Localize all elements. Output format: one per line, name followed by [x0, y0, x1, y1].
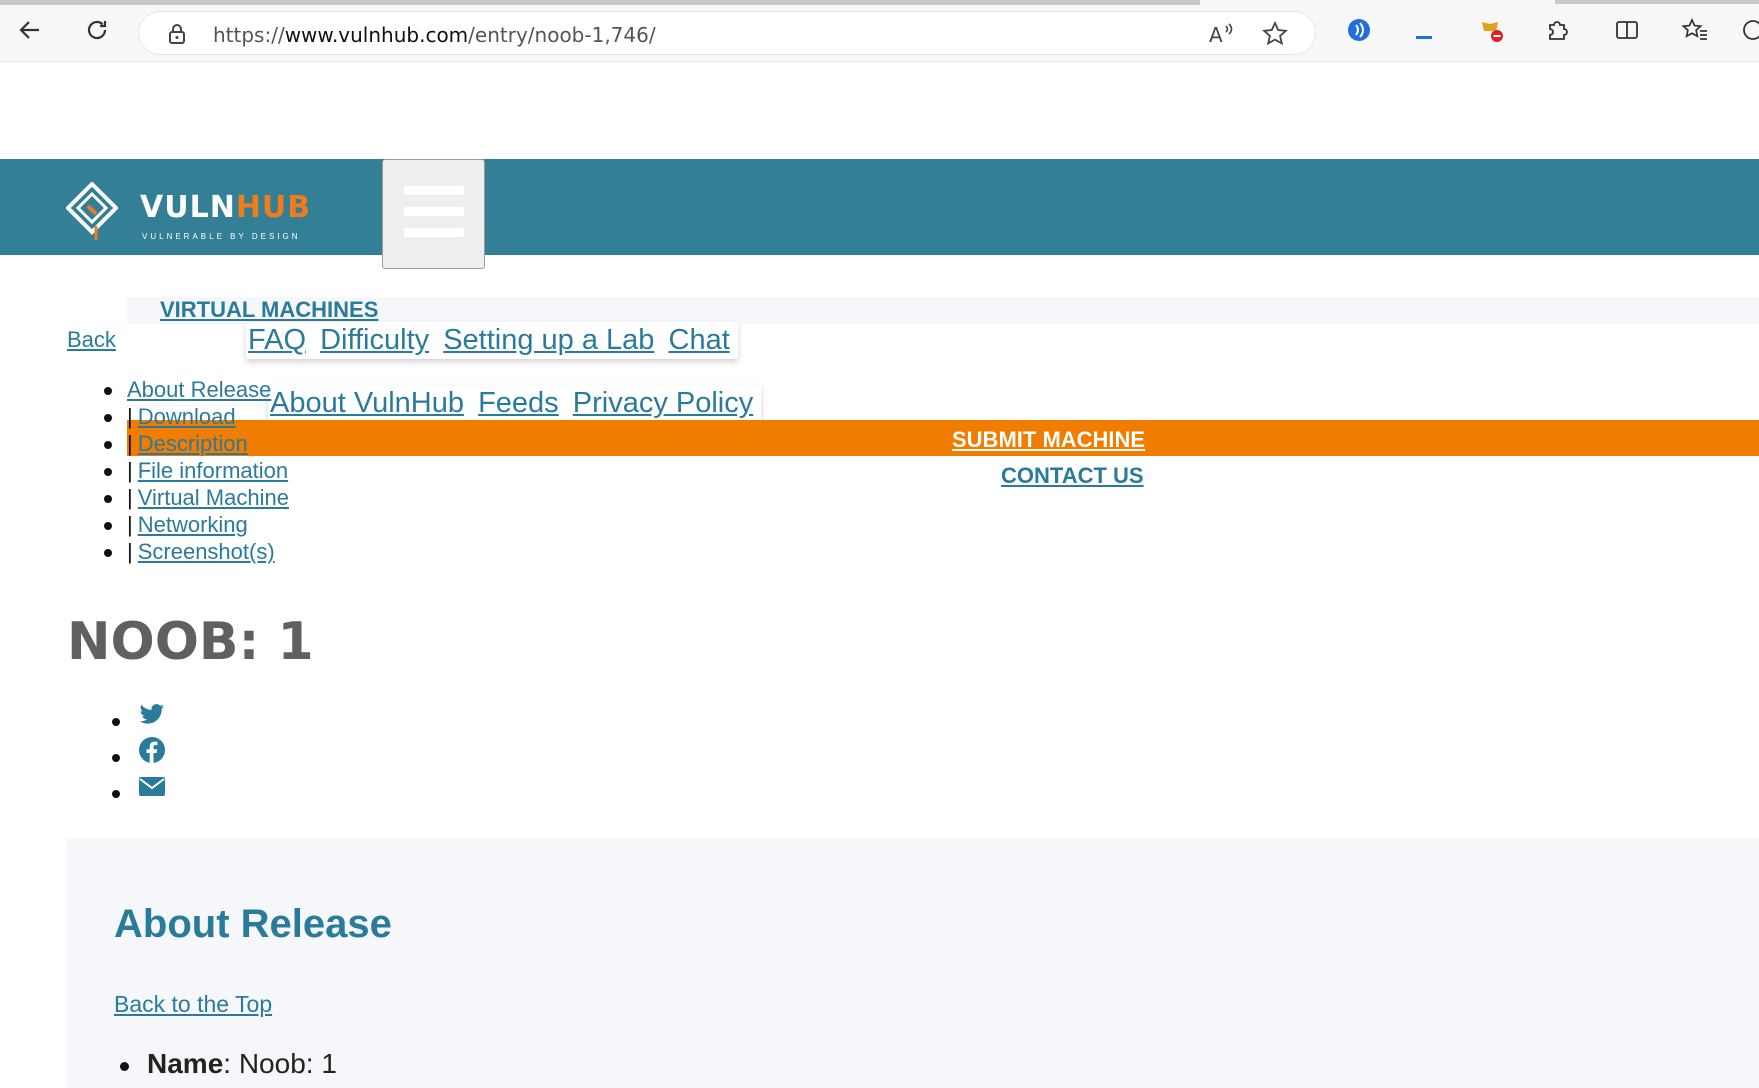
logo-tagline: VULNERABLE BY DESIGN: [142, 232, 301, 241]
nav-submenu-secondary: About VulnHub Feeds Privacy Policy: [268, 385, 762, 422]
nav-privacy-policy[interactable]: Privacy Policy: [573, 387, 754, 419]
back-to-top-link[interactable]: Back to the Top: [114, 991, 272, 1018]
submit-machine-bar: [127, 420, 1759, 456]
url-path: /entry/noob-1,746/: [468, 23, 656, 47]
release-name-item: Name: Noob: 1: [120, 1048, 337, 1080]
about-release-heading: About Release: [114, 902, 392, 946]
vulnhub-logo-mark-icon: [65, 181, 119, 240]
release-name-label: Name: [147, 1048, 224, 1079]
read-aloud-icon[interactable]: A: [1207, 20, 1235, 53]
toc-file-information[interactable]: File information: [138, 458, 288, 483]
toc-separator: |: [127, 485, 133, 510]
nav-submenu-primary: FAQ Difficulty Setting up a Lab Chat: [246, 322, 738, 359]
toc-separator: |: [127, 431, 133, 456]
list-item: | Screenshot(s): [104, 538, 289, 565]
hamburger-menu-button[interactable]: [382, 159, 485, 269]
extensions-puzzle-icon[interactable]: [1539, 12, 1575, 48]
email-icon[interactable]: [138, 772, 166, 800]
list-item: About Release: [104, 376, 289, 403]
toc-virtual-machine[interactable]: Virtual Machine: [138, 485, 289, 510]
favorite-star-icon[interactable]: [1261, 20, 1289, 53]
nav-virtual-machines[interactable]: VIRTUAL MACHINES: [160, 297, 378, 323]
toc-separator: |: [127, 458, 133, 483]
extension-icon-blocked[interactable]: [1473, 12, 1509, 48]
tab-strip-edge: [0, 0, 1200, 5]
nav-chat[interactable]: Chat: [669, 324, 730, 356]
toc-networking[interactable]: Networking: [138, 512, 248, 537]
url-scheme: https://: [213, 23, 285, 47]
nav-feeds[interactable]: Feeds: [478, 387, 559, 419]
list-item: | File information: [104, 457, 289, 484]
hamburger-line: [404, 186, 464, 195]
logo-wordmark: VULNHUB: [140, 190, 312, 225]
svg-text:A: A: [1209, 23, 1223, 47]
release-toc: About Release | Download | Description | Fi…: [104, 376, 289, 565]
url-text[interactable]: https://www.vulnhub.com/entry/noob-1,746…: [213, 23, 656, 47]
submit-machine-link[interactable]: SUBMIT MACHINE: [952, 427, 1145, 453]
back-arrow-icon[interactable]: [12, 12, 48, 48]
extension-icon-minimize[interactable]: [1406, 12, 1442, 48]
list-item: [110, 736, 166, 772]
browser-toolbar: https://www.vulnhub.com/entry/noob-1,746…: [0, 0, 1759, 62]
favorites-icon[interactable]: [1677, 12, 1713, 48]
tab-strip-edge-right: [1555, 0, 1759, 4]
hamburger-line: [404, 228, 464, 237]
twitter-icon[interactable]: [138, 700, 166, 728]
profile-icon[interactable]: [1735, 12, 1759, 48]
page-title: NOOB: 1: [67, 612, 314, 672]
nav-setting-up-a-lab[interactable]: Setting up a Lab: [443, 324, 654, 356]
about-release-section: About Release Back to the Top Name: Noob…: [67, 838, 1759, 1088]
list-item: | Networking: [104, 511, 289, 538]
lock-icon[interactable]: [167, 23, 187, 50]
toc-separator: |: [127, 539, 133, 564]
toc-description[interactable]: Description: [138, 431, 248, 456]
list-item: [110, 772, 166, 808]
toc-about-release[interactable]: About Release: [127, 377, 271, 402]
toc-separator: |: [127, 512, 133, 537]
toc-screenshots[interactable]: Screenshot(s): [138, 539, 275, 564]
vulnhub-logo[interactable]: VULNHUB VULNERABLE BY DESIGN: [65, 181, 316, 248]
facebook-icon[interactable]: [138, 736, 166, 764]
contact-us-link[interactable]: CONTACT US: [1001, 463, 1144, 489]
hamburger-line: [404, 207, 464, 216]
nav-about-vulnhub[interactable]: About VulnHub: [270, 387, 464, 419]
list-item: | Download: [104, 403, 289, 430]
address-bar[interactable]: https://www.vulnhub.com/entry/noob-1,746…: [138, 11, 1316, 55]
toc-separator: |: [127, 404, 133, 429]
list-item: | Description: [104, 430, 289, 457]
social-share-list: [110, 700, 166, 808]
nav-faq[interactable]: FAQ: [248, 324, 306, 356]
nav-difficulty[interactable]: Difficulty: [320, 324, 429, 356]
refresh-icon[interactable]: [79, 12, 115, 48]
split-screen-icon[interactable]: [1609, 12, 1645, 48]
list-item: [110, 700, 166, 736]
toc-download[interactable]: Download: [138, 404, 236, 429]
url-host: www.vulnhub.com: [284, 23, 469, 47]
extension-icon-blue[interactable]: [1341, 12, 1377, 48]
back-link[interactable]: Back: [67, 327, 116, 353]
list-item: | Virtual Machine: [104, 484, 289, 511]
release-name-value: : Noob: 1: [223, 1048, 337, 1079]
